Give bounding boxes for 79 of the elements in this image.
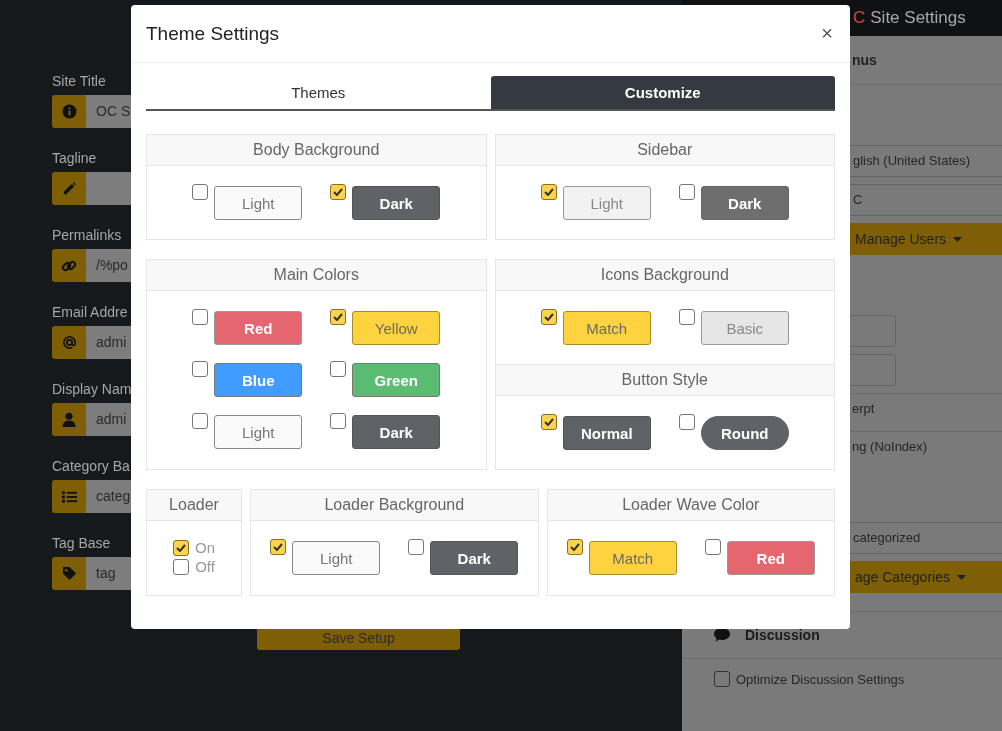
caret-icon — [953, 236, 963, 242]
panel-title: Site Settings — [870, 8, 966, 28]
theme-option-button[interactable]: Match — [562, 311, 651, 345]
checkbox[interactable] — [540, 184, 557, 200]
field-label: Tagline — [52, 149, 97, 168]
checkbox[interactable] — [330, 413, 347, 429]
checkbox[interactable] — [704, 539, 721, 555]
dialog-title: Theme Settings — [146, 22, 280, 45]
list-icon — [61, 489, 77, 504]
tag-icon — [61, 566, 77, 581]
theme-option-button[interactable]: Light — [214, 415, 303, 449]
field-label: Category Ba — [52, 457, 130, 476]
theme-option-button[interactable]: Match — [588, 541, 677, 575]
theme-option-button[interactable]: Dark — [700, 186, 789, 220]
panel-title: Sidebar — [495, 135, 834, 166]
checkbox-label: On — [195, 539, 215, 556]
checkbox[interactable] — [408, 539, 425, 555]
theme-option-button[interactable]: Red — [726, 541, 815, 575]
checkbox[interactable] — [678, 309, 695, 325]
checkbox[interactable] — [192, 184, 209, 200]
check-icon — [543, 188, 554, 196]
checkbox[interactable] — [192, 361, 209, 377]
theme-option-button[interactable]: Light — [562, 186, 651, 220]
theme-option-button[interactable]: Light — [214, 186, 303, 220]
field-label: Site Title — [52, 72, 106, 91]
panel-title: Loader Wave Color — [547, 490, 834, 521]
check-icon — [273, 543, 284, 551]
checkbox[interactable] — [192, 413, 209, 429]
caret-icon — [956, 574, 966, 580]
check-icon — [333, 313, 344, 321]
checkbox[interactable] — [330, 184, 347, 200]
theme-option-button[interactable]: Basic — [700, 311, 789, 345]
theme-option-button[interactable]: Blue — [214, 363, 303, 397]
checkbox-label: Off — [195, 558, 215, 575]
checkbox[interactable] — [540, 414, 557, 430]
user-icon — [62, 412, 76, 427]
field-label: Tag Base — [52, 534, 111, 553]
info-icon — [61, 104, 77, 119]
checkbox[interactable] — [270, 539, 287, 555]
check-icon — [543, 418, 554, 426]
panel-title: Main Colors — [147, 260, 486, 291]
theme-option-button[interactable]: Green — [352, 363, 441, 397]
panel-title: Loader — [147, 490, 241, 521]
field-label: Display Nam — [52, 380, 132, 399]
theme-option-button[interactable]: Yellow — [352, 311, 441, 345]
checkbox[interactable] — [714, 671, 730, 687]
theme-option-button[interactable]: Dark — [352, 186, 441, 220]
at-sign-icon — [61, 335, 77, 350]
panel-title: Body Background — [147, 135, 486, 166]
section-title: Discussion — [745, 627, 820, 643]
theme-option-button[interactable]: Light — [292, 541, 381, 575]
check-icon — [569, 543, 580, 551]
checkbox[interactable] — [192, 309, 209, 325]
theme-option-button[interactable]: Dark — [352, 415, 441, 449]
panel-title: Loader Background — [251, 490, 538, 521]
theme-option-button[interactable]: Normal — [562, 416, 651, 450]
checkbox[interactable] — [540, 309, 557, 325]
check-icon — [176, 543, 186, 552]
field-label: Email Addre — [52, 303, 128, 322]
panel-title: Button Style — [495, 365, 834, 396]
checkbox[interactable] — [566, 539, 583, 555]
check-icon — [543, 313, 554, 321]
tab[interactable]: Customize — [490, 76, 835, 109]
field-label: Permalinks — [52, 226, 122, 245]
theme-option-button[interactable]: Round — [700, 416, 789, 450]
checkbox[interactable] — [330, 309, 347, 325]
checkbox[interactable] — [678, 414, 695, 430]
checkbox[interactable] — [173, 539, 189, 556]
checkbox[interactable] — [330, 361, 347, 377]
checkbox[interactable] — [678, 184, 695, 200]
theme-option-button[interactable]: Red — [214, 311, 303, 345]
check-icon — [333, 188, 344, 196]
checkbox-label: Optimize Discussion Settings — [736, 671, 905, 687]
pencil-icon — [61, 181, 77, 196]
theme-option-button[interactable]: Dark — [430, 541, 519, 575]
logo-text: C — [853, 8, 866, 28]
checkbox[interactable] — [173, 558, 190, 575]
comment-icon — [714, 628, 730, 642]
panel-title: Icons Background — [495, 260, 834, 291]
